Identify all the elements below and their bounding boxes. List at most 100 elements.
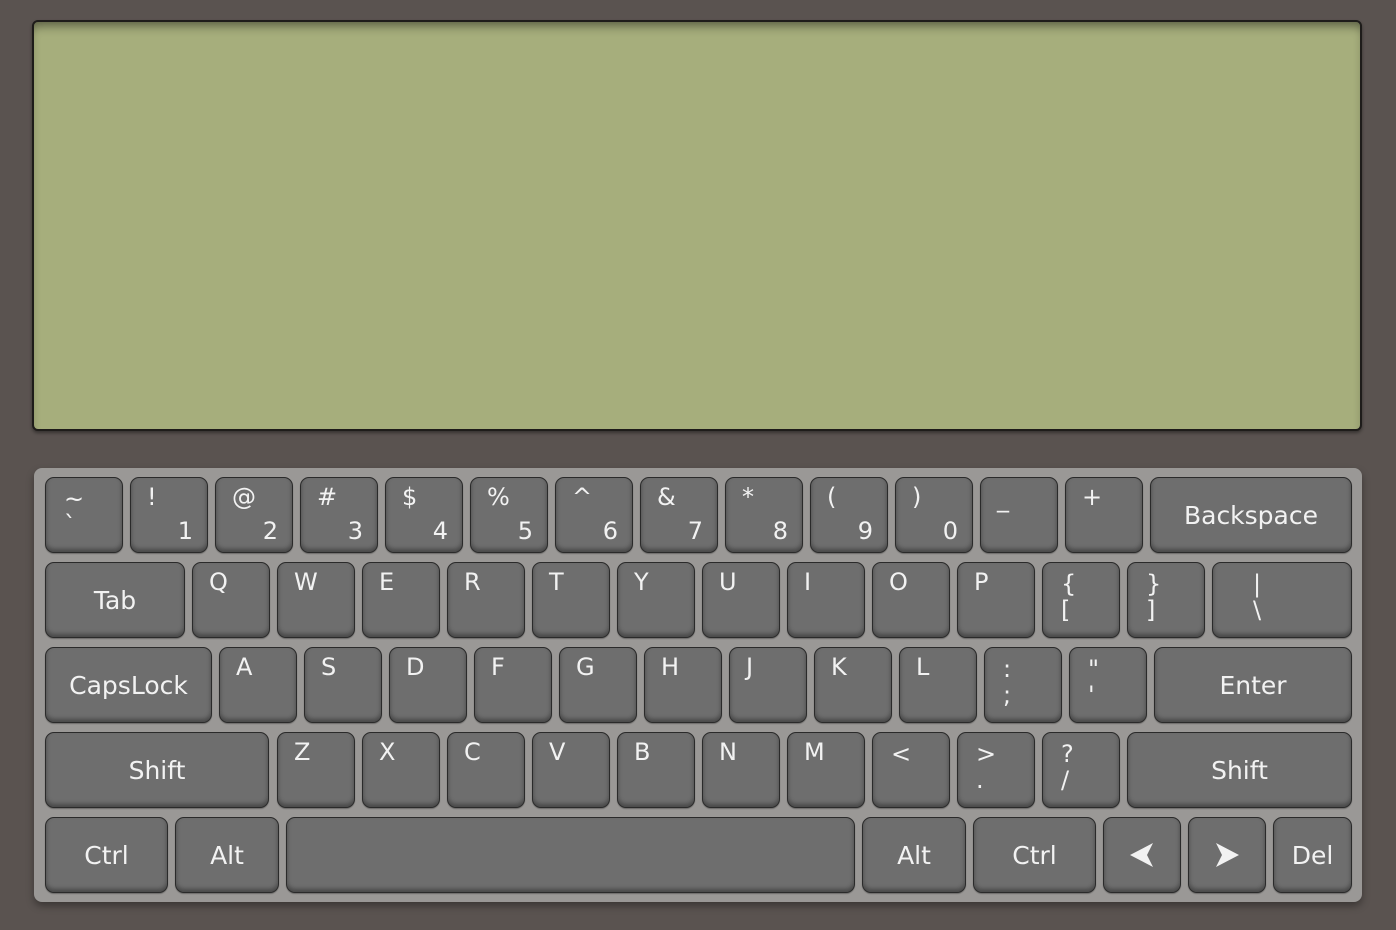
key-g[interactable]: G [559,647,637,723]
key-a[interactable]: A [219,647,297,723]
shift-left-key[interactable]: Shift [45,732,269,808]
key-label: 6 [602,517,618,545]
key-q[interactable]: Q [192,562,270,638]
key-label: . [976,766,984,794]
key-3[interactable]: # 3 [300,477,378,553]
keyboard: ~ ` ! 1 @ 2 # 3 $ 4 % 5 ^ 6 & 7 * 8 ( 9 … [34,468,1362,902]
key-label: 7 [687,517,703,545]
key-k[interactable]: K [814,647,892,723]
key-left-bracket[interactable]: { [ [1042,562,1120,638]
key-shift-label: < [891,740,912,768]
key-label: 2 [262,517,278,545]
key-label: 4 [432,517,448,545]
key-label: Q [209,568,228,596]
key-r[interactable]: R [447,562,525,638]
key-label: 3 [347,517,363,545]
arrow-left-key[interactable] [1103,817,1181,893]
key-9[interactable]: ( 9 [810,477,888,553]
key-u[interactable]: U [702,562,780,638]
key-j[interactable]: J [729,647,807,723]
key-label: L [916,653,930,681]
key-c[interactable]: C [447,732,525,808]
key-label: E [379,568,395,596]
key-label: Shift [128,755,186,785]
key-4[interactable]: $ 4 [385,477,463,553]
key-label: Enter [1219,670,1287,700]
key-label: B [634,738,651,766]
key-minus[interactable]: _ [980,477,1058,553]
shift-right-key[interactable]: Shift [1127,732,1352,808]
key-label: N [719,738,737,766]
key-1[interactable]: ! 1 [130,477,208,553]
alt-left-key[interactable]: Alt [175,817,279,893]
capslock-key[interactable]: CapsLock [45,647,212,723]
key-d[interactable]: D [389,647,467,723]
key-7[interactable]: & 7 [640,477,718,553]
key-label: S [321,653,337,681]
key-shift-label: $ [402,483,418,511]
key-label: 1 [177,517,193,545]
key-n[interactable]: N [702,732,780,808]
key-y[interactable]: Y [617,562,695,638]
key-label: D [406,653,425,681]
del-key[interactable]: Del [1273,817,1352,893]
key-label: 5 [517,517,533,545]
key-t[interactable]: T [532,562,610,638]
key-w[interactable]: W [277,562,355,638]
alt-right-key[interactable]: Alt [862,817,966,893]
key-right-bracket[interactable]: } ] [1127,562,1205,638]
key-label: Ctrl [84,840,129,870]
key-6[interactable]: ^ 6 [555,477,633,553]
key-label: 0 [942,517,958,545]
key-8[interactable]: * 8 [725,477,803,553]
backspace-key[interactable]: Backspace [1150,477,1352,553]
key-label: I [804,568,812,596]
arrow-right-icon [1189,818,1265,892]
key-label: ` [64,511,76,539]
key-0[interactable]: ) 0 [895,477,973,553]
key-shift-label: + [1082,483,1103,511]
key-label: CapsLock [69,670,188,700]
key-l[interactable]: L [899,647,977,723]
key-equals[interactable]: + [1065,477,1143,553]
key-2[interactable]: @ 2 [215,477,293,553]
ctrl-left-key[interactable]: Ctrl [45,817,168,893]
key-comma[interactable]: < [872,732,950,808]
key-shift-label: ( [827,483,837,511]
key-label: ' [1088,681,1095,709]
enter-key[interactable]: Enter [1154,647,1352,723]
key-label: W [294,568,318,596]
key-semicolon[interactable]: : ; [984,647,1062,723]
spacebar[interactable] [286,817,855,893]
tab-key[interactable]: Tab [45,562,185,638]
key-f[interactable]: F [474,647,552,723]
key-label: 9 [857,517,873,545]
key-label: P [974,568,989,596]
key-h[interactable]: H [644,647,722,723]
key-m[interactable]: M [787,732,865,808]
key-o[interactable]: O [872,562,950,638]
key-label: T [549,568,564,596]
key-p[interactable]: P [957,562,1035,638]
key-label: ] [1146,596,1156,624]
key-z[interactable]: Z [277,732,355,808]
key-v[interactable]: V [532,732,610,808]
key-label: Alt [210,840,244,870]
key-shift-label: & [657,483,676,511]
arrow-right-key[interactable] [1188,817,1266,893]
key-s[interactable]: S [304,647,382,723]
key-5[interactable]: % 5 [470,477,548,553]
arrow-left-icon [1104,818,1180,892]
key-backtick[interactable]: ~ ` [45,477,123,553]
key-quote[interactable]: " ' [1069,647,1147,723]
key-slash[interactable]: ? / [1042,732,1120,808]
key-x[interactable]: X [362,732,440,808]
key-period[interactable]: > . [957,732,1035,808]
key-backslash[interactable]: | \ [1212,562,1352,638]
key-e[interactable]: E [362,562,440,638]
key-b[interactable]: B [617,732,695,808]
key-i[interactable]: I [787,562,865,638]
key-label: G [576,653,595,681]
ctrl-right-key[interactable]: Ctrl [973,817,1096,893]
key-label: C [464,738,481,766]
